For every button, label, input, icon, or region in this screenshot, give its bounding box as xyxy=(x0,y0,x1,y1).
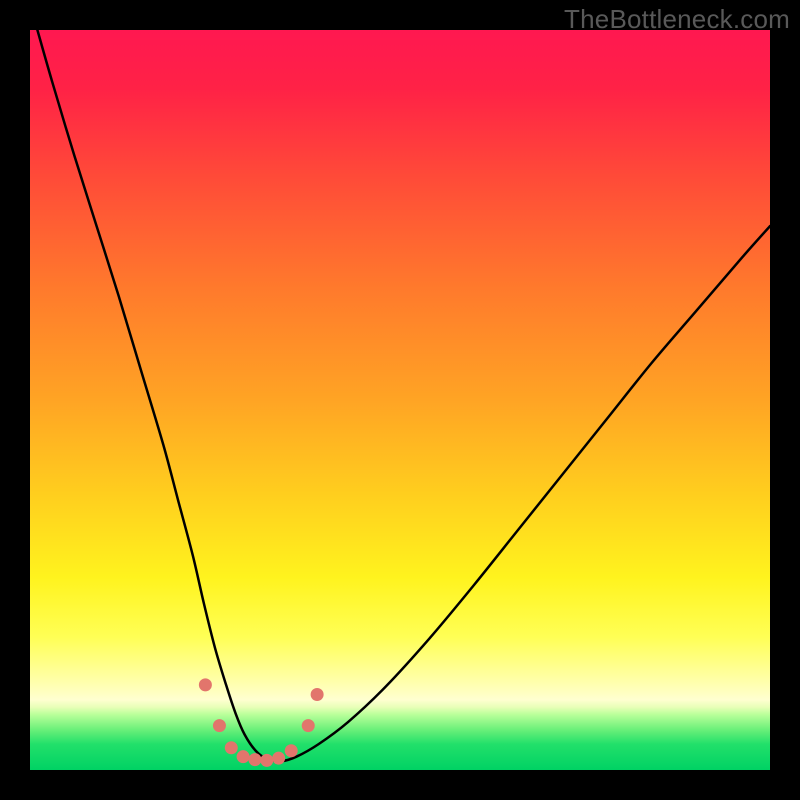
gradient-background xyxy=(30,30,770,770)
marker-dot xyxy=(237,750,250,763)
chart-frame: TheBottleneck.com xyxy=(0,0,800,800)
marker-dot xyxy=(213,719,226,732)
marker-dot xyxy=(285,744,298,757)
chart-svg xyxy=(30,30,770,770)
marker-dot xyxy=(302,719,315,732)
marker-dot xyxy=(311,688,324,701)
marker-dot xyxy=(248,753,261,766)
marker-dot xyxy=(225,741,238,754)
watermark-text: TheBottleneck.com xyxy=(564,4,790,35)
marker-dot xyxy=(199,678,212,691)
plot-area xyxy=(30,30,770,770)
marker-dot xyxy=(272,752,285,765)
marker-dot xyxy=(260,754,273,767)
